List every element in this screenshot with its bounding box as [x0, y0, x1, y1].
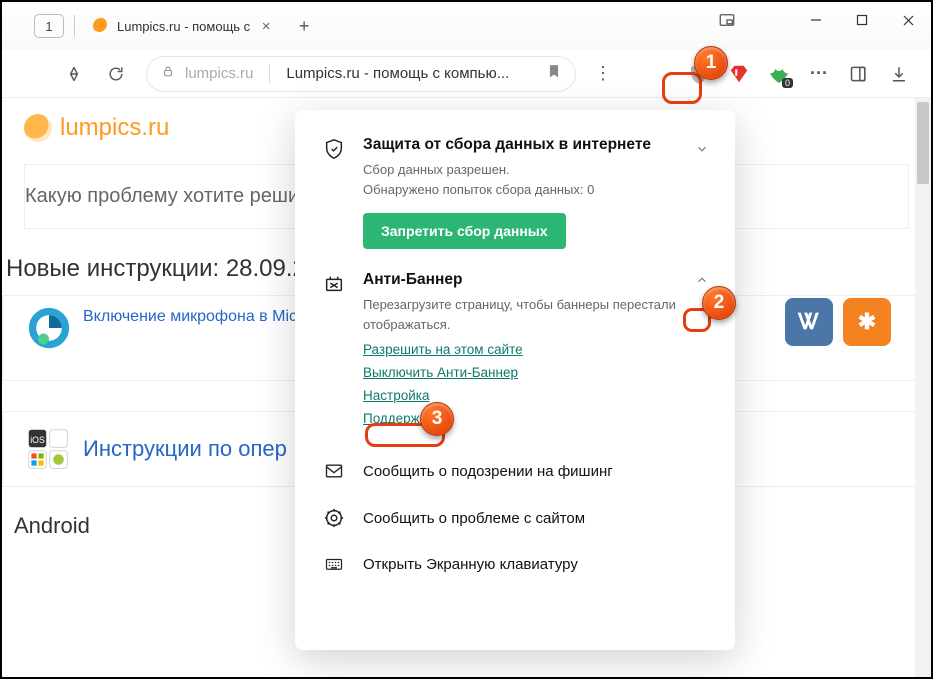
reload-icon[interactable] — [104, 62, 128, 86]
mail-icon — [321, 461, 347, 481]
scroll-thumb[interactable] — [917, 102, 929, 184]
divider — [269, 64, 270, 84]
keyboard-icon — [321, 555, 347, 573]
page-actions-menu-icon[interactable]: ⋮ — [594, 63, 611, 84]
antibanner-title: Анти-Баннер — [363, 271, 709, 289]
downloads-icon[interactable] — [887, 62, 911, 86]
report-site-problem-item[interactable]: Сообщить о проблеме с сайтом — [321, 494, 709, 542]
block-data-button[interactable]: Запретить сбор данных — [363, 213, 566, 249]
address-bar: lumpics.ru Lumpics.ru - помощь с компью.… — [2, 50, 931, 98]
annotation-3: 3 — [420, 402, 454, 436]
browser-tab[interactable]: Lumpics.ru - помощь с × — [85, 8, 278, 44]
window-controls — [793, 2, 931, 38]
gear-icon — [321, 507, 347, 529]
chevron-down-icon[interactable] — [695, 142, 709, 161]
tab-title: Lumpics.ru - помощь с — [117, 19, 250, 34]
ab-link-disable[interactable]: Выключить Анти-Баннер — [363, 365, 709, 380]
badge: 0 — [782, 78, 793, 88]
vk-button[interactable]: Ꮤ — [785, 298, 833, 346]
ok-button[interactable]: ✱ — [843, 298, 891, 346]
scrollbar[interactable] — [915, 98, 931, 677]
os-collage-icon: iOS — [27, 428, 69, 470]
social-buttons: Ꮤ ✱ — [785, 298, 891, 346]
yandex-home-icon[interactable] — [62, 62, 86, 86]
protection-sub2: Обнаружено попыток сбора данных: 0 — [363, 180, 709, 200]
sidebar-toggle-icon[interactable] — [847, 62, 871, 86]
kaspersky-popup: Защита от сбора данных в интернете Сбор … — [295, 110, 735, 650]
shield-icon — [321, 136, 347, 160]
bookmark-icon[interactable] — [547, 63, 561, 84]
item-label: Сообщить о проблеме с сайтом — [363, 510, 585, 527]
new-tab-button[interactable]: + — [290, 12, 318, 40]
protection-title: Защита от сбора данных в интернете — [363, 136, 709, 154]
item-label: Открыть Экранную клавиатуру — [363, 556, 578, 573]
url-domain: lumpics.ru — [185, 65, 253, 82]
close-window-button[interactable] — [885, 2, 931, 38]
logo-icon — [24, 114, 52, 142]
annotation-1: 1 — [694, 46, 728, 80]
logo-text: lumpics.ru — [60, 114, 169, 142]
more-exts-icon[interactable]: ··· — [807, 62, 831, 86]
adblock-ext-icon[interactable] — [727, 62, 751, 86]
popup-section-antibanner: Анти-Баннер Перезагрузите страницу, чтоб… — [321, 271, 709, 426]
divider — [74, 15, 75, 37]
popup-section-protection: Защита от сбора данных в интернете Сбор … — [321, 136, 709, 249]
report-phishing-item[interactable]: Сообщить о подозрении на фишинг — [321, 448, 709, 494]
protection-sub1: Сбор данных разрешен. — [363, 160, 709, 180]
open-keyboard-item[interactable]: Открыть Экранную клавиатуру — [321, 542, 709, 586]
minimize-button[interactable] — [793, 2, 839, 38]
privacy-ext-icon[interactable]: 0 — [767, 62, 791, 86]
item-label: Сообщить о подозрении на фишинг — [363, 463, 613, 480]
antibanner-sub: Перезагрузите страницу, чтобы баннеры пе… — [363, 295, 709, 334]
ab-link-allow[interactable]: Разрешить на этом сайте — [363, 342, 709, 357]
omnibox[interactable]: lumpics.ru Lumpics.ru - помощь с компью.… — [146, 56, 576, 92]
pip-icon[interactable] — [715, 8, 739, 32]
title-bar: 1 Lumpics.ru - помощь с × + — [2, 2, 931, 50]
page-title: Lumpics.ru - помощь с компью... — [286, 65, 509, 82]
maximize-button[interactable] — [839, 2, 885, 38]
close-tab-icon[interactable]: × — [258, 18, 274, 35]
edge-icon — [27, 306, 71, 350]
os-instructions-link[interactable]: Инструкции по опер — [83, 436, 287, 462]
tab-count-pill[interactable]: 1 — [34, 14, 64, 38]
ab-link-settings[interactable]: Настройка — [363, 388, 709, 403]
antibanner-icon — [321, 271, 347, 295]
annotation-2: 2 — [702, 286, 736, 320]
svg-text:iOS: iOS — [30, 435, 45, 445]
favicon-icon — [93, 18, 109, 34]
ab-link-support[interactable]: Поддержка — [363, 411, 709, 426]
lock-icon — [161, 64, 175, 83]
